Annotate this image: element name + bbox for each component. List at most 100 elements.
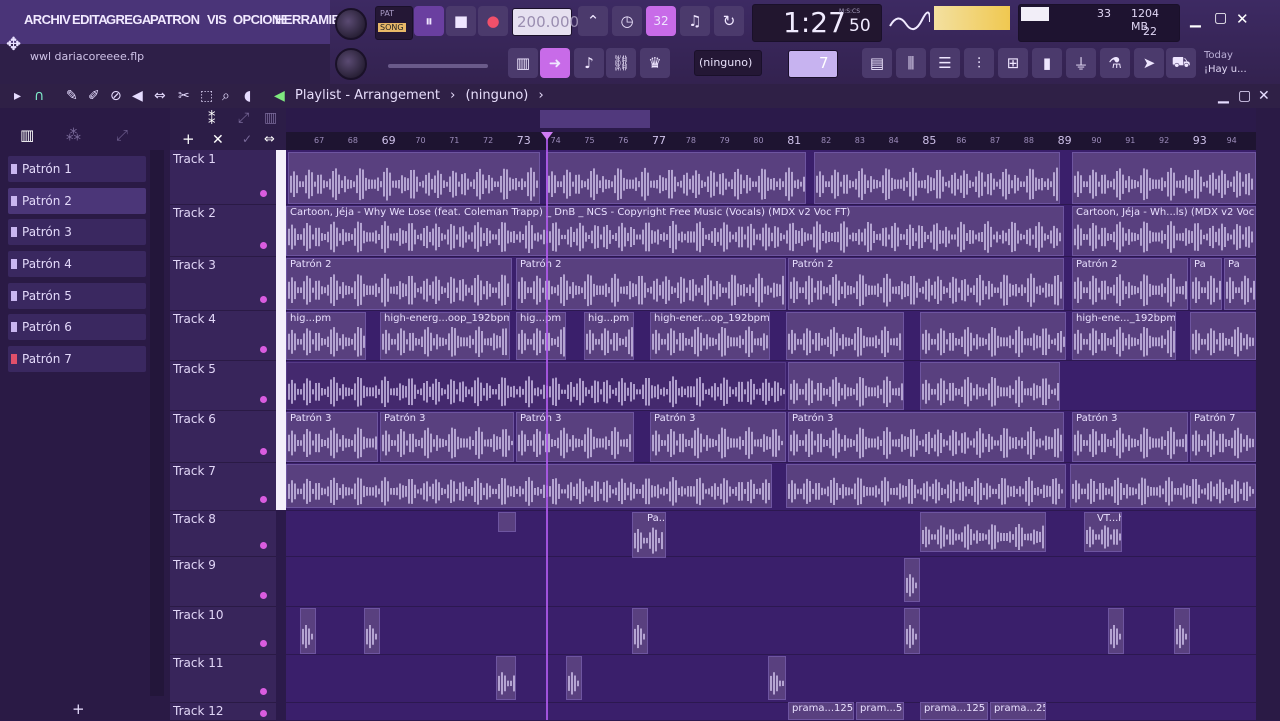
clip-track7-audio[interactable] [1070, 464, 1256, 508]
track-header[interactable]: Track 9 [170, 556, 276, 607]
clip-track11[interactable] [496, 656, 516, 700]
speaker-icon[interactable]: ◖ [244, 88, 251, 104]
track-enable-led[interactable] [260, 448, 267, 455]
clip-track12[interactable]: prama...125 [788, 702, 854, 720]
magnet-icon[interactable]: ∩ [34, 88, 44, 104]
automation-icon[interactable]: ⤢ [116, 126, 128, 144]
window-maximize-icon[interactable]: ▢ [1238, 88, 1251, 104]
clip-track3-pattern[interactable]: Pa [1224, 258, 1256, 310]
track-enable-led[interactable] [260, 542, 267, 549]
stamp-icon[interactable]: ♛ [640, 48, 670, 78]
clip-track6-pattern[interactable]: Patrón 3 [650, 412, 786, 462]
minimize-icon[interactable]: ▁ [1190, 12, 1201, 28]
clip-track5-audio[interactable] [920, 362, 1060, 410]
playlist-arrow-icon[interactable]: ➜ [540, 48, 570, 78]
arrangement-arrow-icon[interactable]: ◀ [274, 88, 285, 104]
clip-track7-audio[interactable] [286, 464, 772, 508]
clip-track6-pattern[interactable]: Patrón 3 [1072, 412, 1188, 462]
play-arrow-icon[interactable]: ▸ [14, 88, 21, 104]
track-header[interactable]: Track 11 [170, 654, 276, 703]
clip-track4-audio[interactable]: high-energ...oop_192bpm [380, 312, 510, 360]
playlist-pattern[interactable]: (ninguno) [465, 88, 528, 103]
clip-track11[interactable] [566, 656, 582, 700]
clip-track6-pattern[interactable]: Patrón 3 [286, 412, 378, 462]
add-track-icon[interactable]: + [182, 130, 195, 148]
resize-icon[interactable]: ⇔ [264, 132, 275, 147]
brush-icon[interactable]: ✐ [88, 88, 100, 104]
clip-track8[interactable]: VT...h [1084, 512, 1122, 552]
step-selector[interactable]: 7 [788, 50, 838, 78]
clip-track1[interactable] [288, 152, 540, 204]
vertical-scrollbar[interactable] [1256, 108, 1280, 720]
menu-add[interactable]: GREGA [106, 12, 151, 27]
track-enable-led[interactable] [260, 710, 267, 717]
cart-icon[interactable]: ⛟ [1166, 48, 1196, 78]
piano-keys-icon[interactable]: ▥ [20, 126, 34, 144]
timeline-ruler[interactable] [286, 132, 1256, 150]
window-minimize-icon[interactable]: ▁ [1218, 88, 1229, 104]
clip-track6-pattern[interactable]: Patrón 3 [516, 412, 634, 462]
playhead[interactable] [546, 132, 548, 720]
master-volume-knob[interactable] [335, 8, 367, 40]
track-header[interactable]: Track 6 [170, 410, 276, 463]
browser-icon[interactable]: ▤ [862, 48, 892, 78]
clip-track3-pattern[interactable]: Patrón 2 [516, 258, 786, 310]
maximize-icon[interactable]: ▢ [1214, 10, 1227, 26]
waveform-icon[interactable]: ⁑ [208, 110, 216, 128]
move-icon[interactable]: ✥ [6, 34, 21, 55]
pattern-item[interactable]: Patrón 3 [8, 219, 146, 245]
track-enable-led[interactable] [260, 592, 267, 599]
lock-icon[interactable]: ✓ [242, 132, 252, 146]
news-text[interactable]: ¡Hay u... [1204, 64, 1247, 75]
clip-track7-audio[interactable] [786, 464, 1066, 508]
clip-track9[interactable] [904, 558, 920, 602]
clip-track4-audio[interactable]: high-ener...op_192bpm [650, 312, 770, 360]
step-edit-button[interactable]: 32 [646, 6, 676, 36]
clip-track4-audio[interactable]: high-ene..._192bpm [1072, 312, 1176, 360]
menu-file[interactable]: ARCHIV [24, 12, 71, 27]
track-header[interactable]: Track 1 [170, 150, 276, 205]
clip-track12[interactable]: prama...125 [920, 702, 988, 720]
track-enable-led[interactable] [260, 296, 267, 303]
pause-button[interactable]: ⏸ [414, 6, 444, 36]
clip-track4-audio[interactable] [920, 312, 1066, 360]
clip-track5-audio[interactable] [788, 362, 904, 410]
track-header[interactable]: Track 8 [170, 510, 276, 557]
mixer-icon[interactable]: ☰ [930, 48, 960, 78]
pat-song-switch[interactable]: PAT SONG [375, 6, 413, 40]
pattern-item[interactable]: Patrón 7 [8, 346, 146, 372]
pattern-item[interactable]: Patrón 5 [8, 283, 146, 309]
clip-track12[interactable]: prama...25 [990, 702, 1046, 720]
link-icon[interactable]: ⛓ [606, 48, 636, 78]
track-header[interactable]: Track 12 [170, 702, 276, 721]
hint-icon[interactable]: ♪ [574, 48, 604, 78]
clip-track1[interactable] [1072, 152, 1256, 204]
channel-rack-icon[interactable]: ⫼ [896, 48, 926, 78]
clip-track10[interactable] [1108, 608, 1124, 654]
clip-track4-audio[interactable] [1190, 312, 1256, 360]
clip-track6-pattern[interactable]: Patrón 7 [1190, 412, 1256, 462]
tree-icon[interactable]: ⊞ [998, 48, 1028, 78]
horizontal-scroll-thumb[interactable] [540, 110, 650, 128]
clip-track3-pattern[interactable]: Patrón 2 [788, 258, 1064, 310]
metronome-icon[interactable]: ⌃ [578, 6, 608, 36]
clip-track10[interactable] [632, 608, 648, 654]
track-header[interactable]: Track 2 [170, 204, 276, 257]
clip-track4-audio[interactable]: hig...pm [516, 312, 566, 360]
faders-icon[interactable]: ⫶ [964, 48, 994, 78]
clip-track6-pattern[interactable]: Patrón 3 [788, 412, 1064, 462]
mute-icon[interactable]: ◀ [132, 88, 143, 104]
clip-track8[interactable] [498, 512, 516, 532]
playhead-marker-icon[interactable] [541, 132, 553, 140]
pattern-item[interactable]: Patrón 6 [8, 314, 146, 340]
track-header[interactable]: Track 3 [170, 256, 276, 311]
slice-icon[interactable]: ✂ [178, 88, 190, 104]
clip-track6-pattern[interactable]: Patrón 3 [380, 412, 514, 462]
track-header[interactable]: Track 10 [170, 606, 276, 655]
clip-track1[interactable] [814, 152, 1060, 204]
clip-track2-audio[interactable]: Cartoon, Jéja - Why We Lose (feat. Colem… [286, 206, 1064, 256]
clip-track10[interactable] [364, 608, 380, 654]
add-pattern-button[interactable]: + [72, 700, 85, 718]
clip-track8[interactable]: Pa... [632, 512, 666, 558]
tempo-display[interactable]: 200.000 [512, 8, 579, 36]
